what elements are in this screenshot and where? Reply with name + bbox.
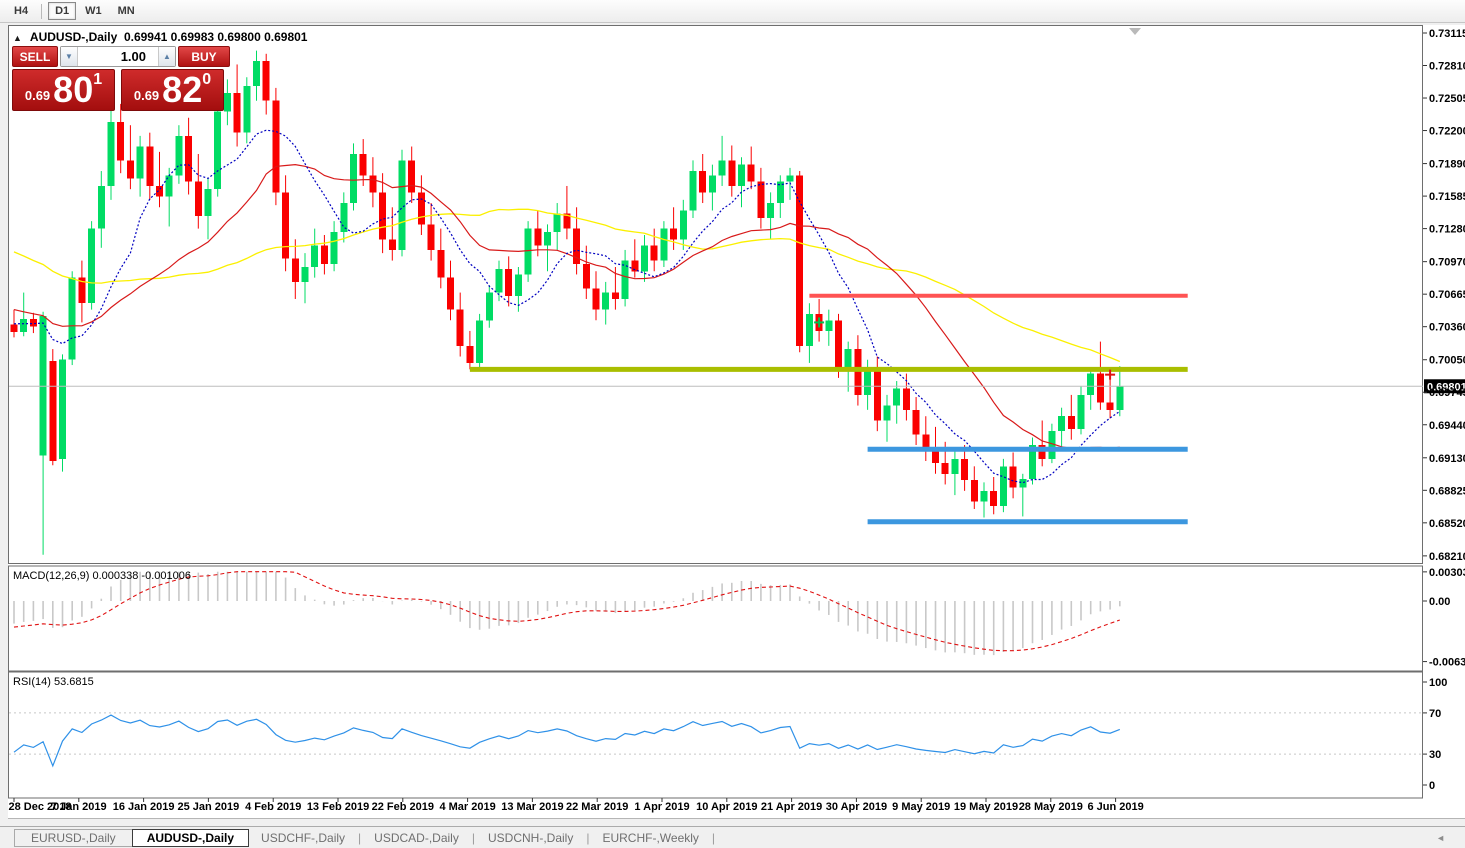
tab-audusd[interactable]: AUDUSD-,Daily (131, 828, 250, 847)
chart-canvas[interactable]: 0.698010.731150.728100.725050.722000.718… (0, 0, 1465, 826)
svg-text:0.70970: 0.70970 (1429, 257, 1465, 269)
svg-text:0.68520: 0.68520 (1429, 518, 1465, 530)
volume-increase-button[interactable]: ▲ (158, 47, 175, 66)
svg-text:28 May 2019: 28 May 2019 (1019, 801, 1083, 813)
tab-eurchf[interactable]: EURCHF-,Weekly (590, 830, 710, 846)
svg-text:0.72810: 0.72810 (1429, 61, 1465, 73)
svg-text:0.68210: 0.68210 (1429, 551, 1465, 563)
rsi-layer (9, 712, 1423, 768)
panel-frames (8, 25, 1465, 819)
sell-price-small: 0.69 (24, 88, 51, 103)
svg-text:100: 100 (1429, 677, 1447, 689)
macd-label: MACD(12,26,9) 0.000338 -0.001006 (13, 570, 191, 582)
rsi-line (13, 714, 1121, 768)
svg-text:7 Jan 2019: 7 Jan 2019 (51, 801, 107, 813)
svg-text:1 Apr 2019: 1 Apr 2019 (634, 801, 689, 813)
svg-text:0.71890: 0.71890 (1429, 159, 1465, 171)
svg-text:0.73115: 0.73115 (1429, 28, 1465, 40)
tab-eurusd[interactable]: EURUSD-,Daily (14, 828, 132, 847)
svg-text:0.71585: 0.71585 (1429, 191, 1465, 203)
rsi-label: RSI(14) 53.6815 (13, 676, 94, 688)
svg-text:0.71280: 0.71280 (1429, 224, 1465, 236)
rsi-axis[interactable]: 100 70 30 0 (1423, 677, 1447, 792)
svg-text:0.70665: 0.70665 (1429, 289, 1465, 301)
sell-price-big: 80 (53, 69, 94, 110)
svg-text:10 Apr 2019: 10 Apr 2019 (696, 801, 757, 813)
svg-text:21 Apr 2019: 21 Apr 2019 (761, 801, 822, 813)
svg-text:-0.006311: -0.006311 (1429, 657, 1465, 669)
buy-price-display[interactable]: 0.69 82 0 (121, 69, 224, 111)
svg-text:0.70050: 0.70050 (1429, 355, 1465, 367)
svg-text:25 Jan 2019: 25 Jan 2019 (178, 801, 240, 813)
svg-text:4 Mar 2019: 4 Mar 2019 (439, 801, 495, 813)
ma-fast-line (13, 129, 1121, 484)
svg-text:16 Jan 2019: 16 Jan 2019 (113, 801, 175, 813)
svg-text:30 Apr 2019: 30 Apr 2019 (826, 801, 887, 813)
one-click-trading-panel: SELL ▼ ▲ BUY 0.69 80 1 0.69 82 0 (12, 46, 230, 111)
sell-price-sup: 1 (93, 71, 103, 88)
svg-text:9 May 2019: 9 May 2019 (892, 801, 950, 813)
buy-button[interactable]: BUY (178, 46, 230, 67)
spin-down-icon: ▼ (65, 52, 73, 61)
svg-text:13 Mar 2019: 13 Mar 2019 (501, 801, 563, 813)
macd-signal-line (13, 571, 1120, 652)
price-axis[interactable]: 0.73115 0.72810 0.72505 0.72200 0.71890 0.715… (1423, 28, 1465, 563)
tab-separator: | (711, 830, 716, 845)
sell-button[interactable]: SELL (12, 46, 58, 67)
macd-layer (13, 571, 1121, 656)
svg-text:70: 70 (1429, 708, 1441, 720)
chart-shift-icon[interactable] (1129, 28, 1141, 35)
buy-price-small: 0.69 (133, 88, 160, 103)
svg-text:13 Feb 2019: 13 Feb 2019 (307, 801, 369, 813)
buy-price-big: 82 (162, 69, 203, 110)
svg-text:4 Feb 2019: 4 Feb 2019 (245, 801, 301, 813)
moving-averages-layer (13, 129, 1121, 484)
svg-text:0.69745: 0.69745 (1429, 387, 1465, 399)
svg-text:0.69440: 0.69440 (1429, 420, 1465, 432)
chart-title: ▲ AUDUSD-,Daily 0.69941 0.69983 0.69800 0… (13, 30, 307, 44)
volume-stepper: ▼ ▲ (60, 46, 176, 67)
candles-layer (10, 50, 1124, 555)
svg-text:22 Feb 2019: 22 Feb 2019 (372, 801, 434, 813)
svg-text:0.00: 0.00 (1429, 596, 1450, 608)
svg-text:0.72200: 0.72200 (1429, 126, 1465, 138)
buy-price-sup: 0 (202, 71, 212, 88)
svg-text:0.69130: 0.69130 (1429, 453, 1465, 465)
tab-usdchf[interactable]: USDCHF-,Daily (249, 830, 357, 846)
svg-text:0.70360: 0.70360 (1429, 322, 1465, 334)
tab-usdcad[interactable]: USDCAD-,Daily (362, 830, 471, 846)
sell-price-display[interactable]: 0.69 80 1 (12, 69, 115, 111)
svg-text:0.68825: 0.68825 (1429, 485, 1465, 497)
tab-usdcnh[interactable]: USDCNH-,Daily (476, 830, 585, 846)
current-price-layer: 0.69801 (9, 379, 1465, 394)
volume-input[interactable] (78, 47, 158, 66)
volume-decrease-button[interactable]: ▼ (61, 47, 78, 66)
spin-up-icon: ▲ (163, 52, 171, 61)
chart-tab-bar: EURUSD-,Daily AUDUSD-,Daily USDCHF-,Daily |… (0, 826, 1465, 848)
svg-text:22 Mar 2019: 22 Mar 2019 (566, 801, 628, 813)
svg-text:30: 30 (1429, 749, 1441, 761)
tab-scroll-left-icon[interactable]: ◄ (1436, 833, 1445, 843)
svg-text:0.72505: 0.72505 (1429, 93, 1465, 105)
date-axis[interactable]: 28 Dec 20187 Jan 2019 16 Jan 2019 25 Jan 2… (9, 798, 1144, 813)
trading-terminal-window: H4 D1 W1 MN 0.69801 0.73115 0.72810 0.72505 0.7… (0, 0, 1465, 848)
symbol-label: AUDUSD-,Daily (29, 30, 118, 44)
svg-text:6 Jun 2019: 6 Jun 2019 (1087, 801, 1143, 813)
macd-axis[interactable]: 0.003035 0.00 -0.006311 (1423, 567, 1465, 669)
svg-text:19 May 2019: 19 May 2019 (954, 801, 1018, 813)
svg-text:0: 0 (1429, 780, 1435, 792)
ohlc-values: 0.69941 0.69983 0.69800 0.69801 (123, 30, 308, 44)
collapse-panel-icon[interactable]: ▲ (13, 33, 22, 43)
svg-text:0.003035: 0.003035 (1429, 567, 1465, 579)
